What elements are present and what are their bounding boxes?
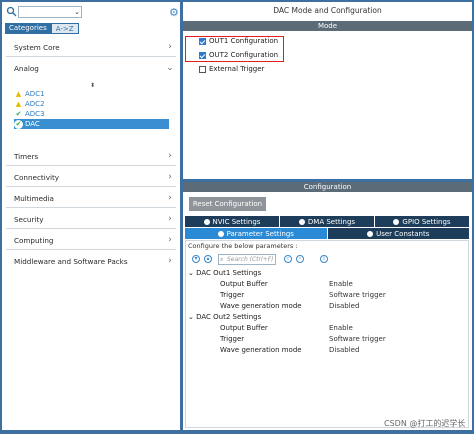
- panel-title: DAC Mode and Configuration: [273, 6, 382, 15]
- category-label: Security: [14, 214, 44, 224]
- divider: [6, 228, 176, 229]
- peripheral-item-adc2[interactable]: ▲ ADC2: [14, 99, 169, 109]
- parameter-area: Configure the below parameters : ▾ ▴ Sea…: [185, 240, 469, 428]
- gear-icon[interactable]: ⚙: [169, 7, 180, 18]
- param-value[interactable]: Software trigger: [329, 335, 386, 343]
- search-icon: ⌕: [220, 256, 224, 263]
- sort-icon[interactable]: ⬍: [90, 82, 95, 89]
- param-key: Trigger: [220, 335, 245, 343]
- tab-categories[interactable]: Categories: [5, 23, 51, 34]
- checkbox-external-trigger[interactable]: [199, 65, 206, 73]
- category-analog[interactable]: Analog ⌄: [6, 60, 176, 76]
- status-dot-icon: [298, 218, 305, 225]
- param-key: Trigger: [220, 291, 245, 299]
- tab-user-constants[interactable]: User Constants: [327, 228, 469, 239]
- category-label: Middleware and Software Packs: [14, 256, 128, 266]
- divider: [6, 249, 176, 250]
- parameter-hint: Configure the below parameters :: [188, 242, 298, 250]
- category-label: Computing: [14, 235, 54, 245]
- status-dot-icon: [367, 230, 374, 237]
- expand-icon[interactable]: ▾: [192, 255, 200, 263]
- category-label: Analog: [14, 63, 39, 73]
- tab-dma-settings[interactable]: DMA Settings: [280, 216, 374, 227]
- status-dot-icon: [203, 218, 210, 225]
- chevron-down-icon[interactable]: ⌄: [72, 7, 82, 17]
- left-panel: ⌄ ⚙ Categories A->Z System Core › Analog…: [2, 2, 180, 430]
- configuration-panel: Configuration Reset Configuration NVIC S…: [183, 182, 472, 430]
- warning-icon: ▲: [15, 99, 22, 108]
- collapse-icon[interactable]: ▴: [204, 255, 212, 263]
- check-icon: ✔: [15, 109, 22, 118]
- category-multimedia[interactable]: Multimedia ›: [6, 190, 176, 206]
- divider: [6, 165, 176, 166]
- chevron-right-icon: ›: [168, 42, 172, 52]
- external-trigger-option[interactable]: External Trigger: [199, 63, 264, 75]
- param-value[interactable]: Enable: [329, 324, 353, 332]
- category-connectivity[interactable]: Connectivity ›: [6, 169, 176, 185]
- chevron-right-icon: ›: [168, 214, 172, 224]
- category-timers[interactable]: Timers ›: [6, 148, 176, 164]
- chevron-down-icon: ⌄: [188, 313, 194, 321]
- param-value[interactable]: Disabled: [329, 346, 359, 354]
- reset-configuration-button[interactable]: Reset Configuration: [189, 197, 266, 211]
- chevron-right-icon: ›: [168, 172, 172, 182]
- divider: [6, 56, 176, 57]
- param-value[interactable]: Disabled: [329, 302, 359, 310]
- warning-icon: ▲: [15, 89, 22, 98]
- tab-a-to-z[interactable]: A->Z: [50, 23, 79, 34]
- chevron-right-icon: ›: [168, 151, 172, 161]
- category-security[interactable]: Security ›: [6, 211, 176, 227]
- configuration-header: Configuration: [183, 182, 472, 192]
- settings-tabs-row1: NVIC Settings DMA Settings GPIO Settings: [185, 216, 469, 227]
- mode-header: Mode: [183, 21, 472, 31]
- param-key: Wave generation mode: [220, 302, 302, 310]
- info-icon[interactable]: i: [320, 255, 328, 263]
- parameter-toolbar: ▾ ▴ Search (Ctrl+F) ⌕ ‹ › i: [188, 254, 468, 266]
- prev-icon[interactable]: ‹: [284, 255, 292, 263]
- divider: [6, 207, 176, 208]
- check-circle-icon: ✔: [14, 119, 23, 129]
- next-icon[interactable]: ›: [296, 255, 304, 263]
- search-icon[interactable]: [6, 6, 17, 17]
- category-tabs: Categories A->Z: [5, 23, 79, 34]
- param-key: Wave generation mode: [220, 346, 302, 354]
- tab-gpio-settings[interactable]: GPIO Settings: [375, 216, 469, 227]
- chevron-right-icon: ›: [168, 256, 172, 266]
- category-system-core[interactable]: System Core ›: [6, 39, 176, 55]
- category-label: System Core: [14, 42, 60, 52]
- divider: [6, 186, 176, 187]
- param-value[interactable]: Enable: [329, 280, 353, 288]
- status-dot-icon: [217, 230, 224, 237]
- tab-parameter-settings[interactable]: Parameter Settings: [185, 228, 327, 239]
- category-middleware[interactable]: Middleware and Software Packs ›: [6, 253, 176, 269]
- status-dot-icon: [393, 218, 400, 225]
- highlight-box: [185, 36, 284, 62]
- chevron-down-icon: ⌄: [166, 63, 174, 73]
- peripheral-item-adc3[interactable]: ✔ ADC3: [14, 109, 169, 119]
- param-key: Output Buffer: [220, 280, 268, 288]
- category-label: Timers: [14, 151, 39, 161]
- watermark: CSDN @打工的迟学长: [384, 419, 466, 428]
- peripheral-item-dac[interactable]: ✔ DAC: [14, 119, 169, 129]
- tab-nvic-settings[interactable]: NVIC Settings: [185, 216, 279, 227]
- peripheral-search-row: ⌄ ⚙: [4, 5, 180, 19]
- chevron-right-icon: ›: [168, 235, 172, 245]
- settings-tabs-row2: Parameter Settings User Constants: [185, 228, 469, 239]
- group-dac-out2[interactable]: ⌄ DAC Out2 Settings: [188, 313, 261, 321]
- chevron-down-icon: ⌄: [188, 269, 194, 277]
- category-computing[interactable]: Computing ›: [6, 232, 176, 248]
- app-window: ⌄ ⚙ Categories A->Z System Core › Analog…: [0, 0, 474, 434]
- chevron-right-icon: ›: [168, 193, 172, 203]
- param-value[interactable]: Software trigger: [329, 291, 386, 299]
- category-label: Multimedia: [14, 193, 54, 203]
- peripheral-item-adc1[interactable]: ▲ ADC1: [14, 89, 169, 99]
- category-label: Connectivity: [14, 172, 60, 182]
- group-dac-out1[interactable]: ⌄ DAC Out1 Settings: [188, 269, 261, 277]
- parameter-search-input[interactable]: Search (Ctrl+F): [218, 254, 276, 265]
- param-key: Output Buffer: [220, 324, 268, 332]
- mode-panel: DAC Mode and Configuration Mode OUT1 Con…: [183, 2, 472, 179]
